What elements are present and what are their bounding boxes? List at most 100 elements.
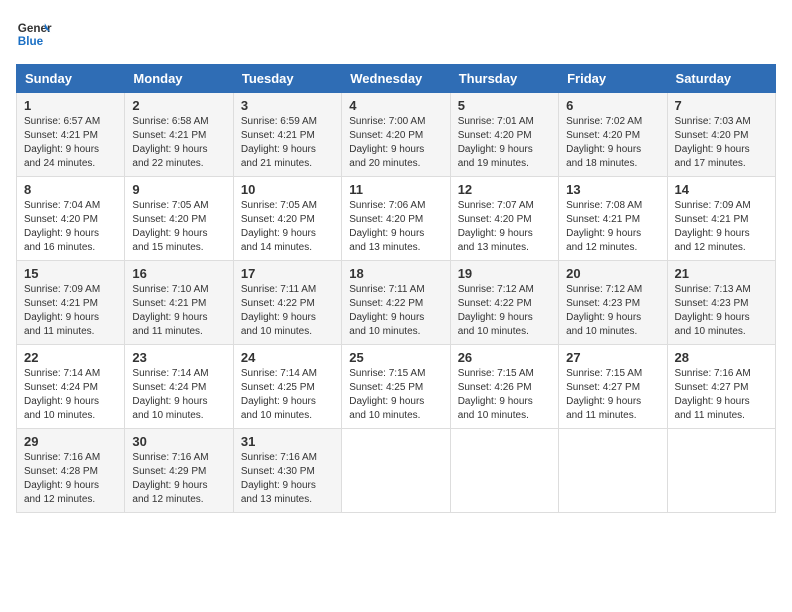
day-info: Sunrise: 6:58 AMSunset: 4:21 PMDaylight:… (132, 115, 225, 171)
day-number: 5 (458, 98, 551, 113)
calendar-cell: 18 Sunrise: 7:11 AMSunset: 4:22 PMDaylig… (342, 261, 450, 345)
day-info: Sunrise: 7:06 AMSunset: 4:20 PMDaylight:… (349, 199, 442, 255)
day-number: 27 (566, 350, 659, 365)
calendar-cell: 15 Sunrise: 7:09 AMSunset: 4:21 PMDaylig… (17, 261, 125, 345)
calendar-cell: 5 Sunrise: 7:01 AMSunset: 4:20 PMDayligh… (450, 93, 558, 177)
day-info: Sunrise: 7:15 AMSunset: 4:25 PMDaylight:… (349, 367, 442, 423)
day-info: Sunrise: 7:10 AMSunset: 4:21 PMDaylight:… (132, 283, 225, 339)
day-info: Sunrise: 7:05 AMSunset: 4:20 PMDaylight:… (132, 199, 225, 255)
day-info: Sunrise: 7:01 AMSunset: 4:20 PMDaylight:… (458, 115, 551, 171)
day-info: Sunrise: 7:09 AMSunset: 4:21 PMDaylight:… (675, 199, 768, 255)
calendar-cell: 19 Sunrise: 7:12 AMSunset: 4:22 PMDaylig… (450, 261, 558, 345)
day-number: 16 (132, 266, 225, 281)
calendar-cell (667, 429, 775, 513)
calendar-cell: 25 Sunrise: 7:15 AMSunset: 4:25 PMDaylig… (342, 345, 450, 429)
day-info: Sunrise: 7:12 AMSunset: 4:22 PMDaylight:… (458, 283, 551, 339)
calendar-cell: 28 Sunrise: 7:16 AMSunset: 4:27 PMDaylig… (667, 345, 775, 429)
calendar-cell: 4 Sunrise: 7:00 AMSunset: 4:20 PMDayligh… (342, 93, 450, 177)
calendar-cell: 30 Sunrise: 7:16 AMSunset: 4:29 PMDaylig… (125, 429, 233, 513)
day-info: Sunrise: 7:16 AMSunset: 4:30 PMDaylight:… (241, 451, 334, 507)
day-number: 20 (566, 266, 659, 281)
calendar-cell: 11 Sunrise: 7:06 AMSunset: 4:20 PMDaylig… (342, 177, 450, 261)
calendar-cell: 13 Sunrise: 7:08 AMSunset: 4:21 PMDaylig… (559, 177, 667, 261)
weekday-header-friday: Friday (559, 65, 667, 93)
calendar-table: SundayMondayTuesdayWednesdayThursdayFrid… (16, 64, 776, 513)
day-number: 4 (349, 98, 442, 113)
day-info: Sunrise: 7:02 AMSunset: 4:20 PMDaylight:… (566, 115, 659, 171)
calendar-cell: 20 Sunrise: 7:12 AMSunset: 4:23 PMDaylig… (559, 261, 667, 345)
day-number: 7 (675, 98, 768, 113)
day-number: 1 (24, 98, 117, 113)
calendar-cell: 22 Sunrise: 7:14 AMSunset: 4:24 PMDaylig… (17, 345, 125, 429)
calendar-cell: 10 Sunrise: 7:05 AMSunset: 4:20 PMDaylig… (233, 177, 341, 261)
calendar-cell: 3 Sunrise: 6:59 AMSunset: 4:21 PMDayligh… (233, 93, 341, 177)
day-info: Sunrise: 7:13 AMSunset: 4:23 PMDaylight:… (675, 283, 768, 339)
day-info: Sunrise: 6:57 AMSunset: 4:21 PMDaylight:… (24, 115, 117, 171)
day-number: 8 (24, 182, 117, 197)
day-number: 13 (566, 182, 659, 197)
calendar-cell: 31 Sunrise: 7:16 AMSunset: 4:30 PMDaylig… (233, 429, 341, 513)
calendar-cell: 16 Sunrise: 7:10 AMSunset: 4:21 PMDaylig… (125, 261, 233, 345)
weekday-header-tuesday: Tuesday (233, 65, 341, 93)
logo: General Blue (16, 16, 52, 52)
calendar-cell: 23 Sunrise: 7:14 AMSunset: 4:24 PMDaylig… (125, 345, 233, 429)
day-info: Sunrise: 7:03 AMSunset: 4:20 PMDaylight:… (675, 115, 768, 171)
day-number: 9 (132, 182, 225, 197)
header: General Blue (16, 16, 776, 52)
day-number: 28 (675, 350, 768, 365)
weekday-header-monday: Monday (125, 65, 233, 93)
day-number: 12 (458, 182, 551, 197)
day-info: Sunrise: 7:12 AMSunset: 4:23 PMDaylight:… (566, 283, 659, 339)
day-info: Sunrise: 7:16 AMSunset: 4:29 PMDaylight:… (132, 451, 225, 507)
day-number: 6 (566, 98, 659, 113)
calendar-week-row: 29 Sunrise: 7:16 AMSunset: 4:28 PMDaylig… (17, 429, 776, 513)
calendar-week-row: 15 Sunrise: 7:09 AMSunset: 4:21 PMDaylig… (17, 261, 776, 345)
svg-text:Blue: Blue (18, 35, 44, 48)
calendar-cell (342, 429, 450, 513)
calendar-cell: 9 Sunrise: 7:05 AMSunset: 4:20 PMDayligh… (125, 177, 233, 261)
weekday-header-thursday: Thursday (450, 65, 558, 93)
day-info: Sunrise: 7:11 AMSunset: 4:22 PMDaylight:… (241, 283, 334, 339)
calendar-cell: 14 Sunrise: 7:09 AMSunset: 4:21 PMDaylig… (667, 177, 775, 261)
day-number: 30 (132, 434, 225, 449)
calendar-cell: 7 Sunrise: 7:03 AMSunset: 4:20 PMDayligh… (667, 93, 775, 177)
weekday-header-sunday: Sunday (17, 65, 125, 93)
day-number: 17 (241, 266, 334, 281)
calendar-cell: 27 Sunrise: 7:15 AMSunset: 4:27 PMDaylig… (559, 345, 667, 429)
calendar-cell: 8 Sunrise: 7:04 AMSunset: 4:20 PMDayligh… (17, 177, 125, 261)
day-number: 18 (349, 266, 442, 281)
day-number: 25 (349, 350, 442, 365)
day-info: Sunrise: 7:15 AMSunset: 4:27 PMDaylight:… (566, 367, 659, 423)
day-number: 29 (24, 434, 117, 449)
day-info: Sunrise: 7:08 AMSunset: 4:21 PMDaylight:… (566, 199, 659, 255)
day-number: 11 (349, 182, 442, 197)
weekday-header-row: SundayMondayTuesdayWednesdayThursdayFrid… (17, 65, 776, 93)
day-number: 31 (241, 434, 334, 449)
day-info: Sunrise: 7:04 AMSunset: 4:20 PMDaylight:… (24, 199, 117, 255)
day-info: Sunrise: 6:59 AMSunset: 4:21 PMDaylight:… (241, 115, 334, 171)
calendar-week-row: 1 Sunrise: 6:57 AMSunset: 4:21 PMDayligh… (17, 93, 776, 177)
day-info: Sunrise: 7:14 AMSunset: 4:25 PMDaylight:… (241, 367, 334, 423)
day-info: Sunrise: 7:07 AMSunset: 4:20 PMDaylight:… (458, 199, 551, 255)
day-info: Sunrise: 7:16 AMSunset: 4:28 PMDaylight:… (24, 451, 117, 507)
calendar-cell: 24 Sunrise: 7:14 AMSunset: 4:25 PMDaylig… (233, 345, 341, 429)
day-number: 24 (241, 350, 334, 365)
day-info: Sunrise: 7:16 AMSunset: 4:27 PMDaylight:… (675, 367, 768, 423)
day-number: 14 (675, 182, 768, 197)
day-number: 22 (24, 350, 117, 365)
day-info: Sunrise: 7:05 AMSunset: 4:20 PMDaylight:… (241, 199, 334, 255)
day-info: Sunrise: 7:11 AMSunset: 4:22 PMDaylight:… (349, 283, 442, 339)
weekday-header-wednesday: Wednesday (342, 65, 450, 93)
day-number: 26 (458, 350, 551, 365)
day-info: Sunrise: 7:14 AMSunset: 4:24 PMDaylight:… (24, 367, 117, 423)
day-info: Sunrise: 7:09 AMSunset: 4:21 PMDaylight:… (24, 283, 117, 339)
calendar-cell: 1 Sunrise: 6:57 AMSunset: 4:21 PMDayligh… (17, 93, 125, 177)
calendar-cell: 21 Sunrise: 7:13 AMSunset: 4:23 PMDaylig… (667, 261, 775, 345)
day-number: 19 (458, 266, 551, 281)
day-number: 10 (241, 182, 334, 197)
day-number: 21 (675, 266, 768, 281)
calendar-cell (450, 429, 558, 513)
day-number: 3 (241, 98, 334, 113)
calendar-week-row: 8 Sunrise: 7:04 AMSunset: 4:20 PMDayligh… (17, 177, 776, 261)
calendar-cell: 26 Sunrise: 7:15 AMSunset: 4:26 PMDaylig… (450, 345, 558, 429)
